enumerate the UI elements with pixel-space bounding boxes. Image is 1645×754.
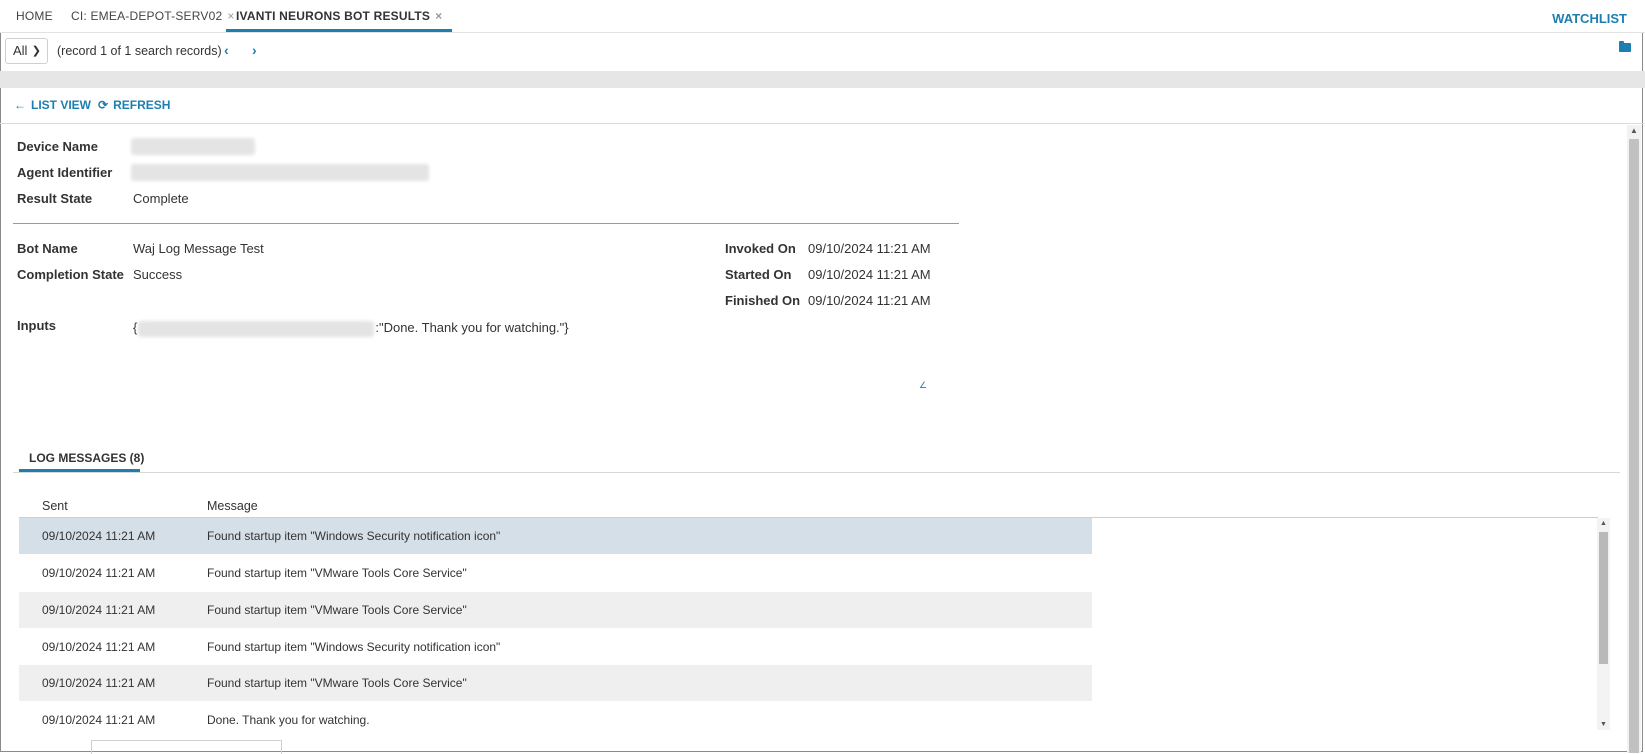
chevron-down-icon: ❯	[31, 45, 41, 57]
agent-identifier-label: Agent Identifier	[17, 165, 113, 180]
cell-sent: 09/10/2024 11:21 AM	[42, 640, 156, 654]
next-record-button[interactable]: ›	[252, 42, 257, 58]
tab-strip-divider	[13, 472, 1620, 473]
table-row[interactable]: 09/10/2024 11:21 AM Found startup item "…	[19, 665, 1092, 701]
started-on-label: Started On	[725, 267, 792, 282]
refresh-button[interactable]: ⟳ REFRESH	[98, 98, 170, 112]
cell-sent: 09/10/2024 11:21 AM	[42, 676, 156, 690]
folder-icon[interactable]	[1619, 41, 1631, 52]
table-scrollbar[interactable]: ▲ ▼	[1597, 518, 1610, 730]
page-scrollbar-thumb[interactable]	[1629, 139, 1639, 753]
tab-log-messages[interactable]: LOG MESSAGES (8)	[29, 451, 144, 465]
cell-message: Found startup item "VMware Tools Core Se…	[207, 566, 467, 580]
cell-message: Found startup item "VMware Tools Core Se…	[207, 603, 467, 617]
pagination-box[interactable]	[91, 740, 282, 754]
agent-identifier-value-redacted	[131, 164, 429, 181]
table-scrollbar-thumb[interactable]	[1599, 532, 1608, 664]
section-divider	[13, 223, 959, 224]
record-navigation-bar: All ❯ (record 1 of 1 search records) ‹ ›	[0, 33, 1645, 71]
previous-record-button[interactable]: ‹	[224, 42, 229, 58]
inputs-value: { :"Done. Thank you for watching."}	[133, 320, 569, 337]
record-count-text: (record 1 of 1 search records)	[57, 44, 222, 58]
record-filter-select[interactable]: All ❯	[5, 38, 48, 64]
tab-ci-label: CI: EMEA-DEPOT-SERV02	[71, 9, 223, 23]
list-view-label: LIST VIEW	[31, 98, 91, 112]
invoked-on-value: 09/10/2024 11:21 AM	[808, 241, 931, 256]
tab-ivanti-neurons-bot-results[interactable]: IVANTI NEURONS BOT RESULTS ×	[225, 0, 453, 32]
finished-on-label: Finished On	[725, 293, 801, 308]
cell-sent: 09/10/2024 11:21 AM	[42, 529, 156, 543]
inputs-value-prefix: {	[133, 320, 138, 335]
finished-on-value: 09/10/2024 11:21 AM	[808, 293, 931, 308]
cell-sent: 09/10/2024 11:21 AM	[42, 603, 156, 617]
started-on-value: 09/10/2024 11:21 AM	[808, 267, 931, 282]
scroll-up-icon[interactable]: ▲	[1630, 126, 1638, 135]
table-row[interactable]: 09/10/2024 11:21 AM Found startup item "…	[19, 629, 1092, 665]
tab-home-label: HOME	[16, 9, 53, 23]
table-row[interactable]: 09/10/2024 11:21 AM Done. Thank you for …	[19, 702, 1092, 738]
completion-state-value: Success	[133, 267, 183, 282]
cell-message: Found startup item "Windows Security not…	[207, 640, 501, 654]
column-header-message[interactable]: Message	[207, 499, 258, 513]
tab-home[interactable]: HOME	[16, 0, 53, 32]
record-filter-value: All	[13, 43, 28, 58]
inputs-label: Inputs	[17, 318, 56, 333]
table-row[interactable]: 09/10/2024 11:21 AM Found startup item "…	[19, 518, 1092, 554]
page-scrollbar[interactable]: ▲	[1627, 125, 1641, 753]
cell-message: Found startup item "VMware Tools Core Se…	[207, 676, 467, 690]
cell-message: Done. Thank you for watching.	[207, 713, 370, 727]
watchlist-link[interactable]: WATCHLIST	[1552, 0, 1627, 36]
cell-message: Found startup item "Windows Security not…	[207, 529, 501, 543]
completion-state-label: Completion State	[17, 267, 124, 282]
device-name-label: Device Name	[17, 139, 98, 154]
resize-handle-icon[interactable]: ∠	[919, 380, 927, 391]
invoked-on-label: Invoked On	[725, 241, 796, 256]
list-view-button[interactable]: ← LIST VIEW	[14, 98, 91, 112]
refresh-icon: ⟳	[98, 98, 109, 112]
scroll-down-icon[interactable]: ▼	[1600, 721, 1607, 728]
tab-ci-emea-depot-serv02[interactable]: CI: EMEA-DEPOT-SERV02 ×	[71, 0, 235, 32]
tab-bot-results-label: IVANTI NEURONS BOT RESULTS	[236, 9, 431, 23]
result-state-value: Complete	[133, 191, 189, 206]
result-state-label: Result State	[17, 191, 93, 206]
table-row[interactable]: 09/10/2024 11:21 AM Found startup item "…	[19, 592, 1092, 628]
column-header-sent[interactable]: Sent	[42, 499, 68, 513]
refresh-label: REFRESH	[113, 98, 171, 112]
table-row[interactable]: 09/10/2024 11:21 AM Found startup item "…	[19, 555, 1092, 591]
bot-name-label: Bot Name	[17, 241, 78, 256]
arrow-left-icon: ←	[14, 98, 26, 112]
actions-divider	[0, 123, 1645, 124]
toolbar-strip	[0, 71, 1645, 88]
inputs-value-suffix: :"Done. Thank you for watching."}	[375, 320, 569, 335]
bot-name-value: Waj Log Message Test	[133, 241, 264, 256]
close-icon[interactable]: ×	[435, 9, 442, 23]
scroll-up-icon[interactable]: ▲	[1600, 520, 1607, 527]
cell-sent: 09/10/2024 11:21 AM	[42, 713, 156, 727]
close-icon[interactable]: ×	[227, 9, 234, 23]
cell-sent: 09/10/2024 11:21 AM	[42, 566, 156, 580]
inputs-key-redacted	[138, 320, 375, 337]
device-name-value-redacted	[131, 138, 255, 155]
top-tab-bar: HOME CI: EMEA-DEPOT-SERV02 × IVANTI NEURO…	[0, 0, 1645, 33]
